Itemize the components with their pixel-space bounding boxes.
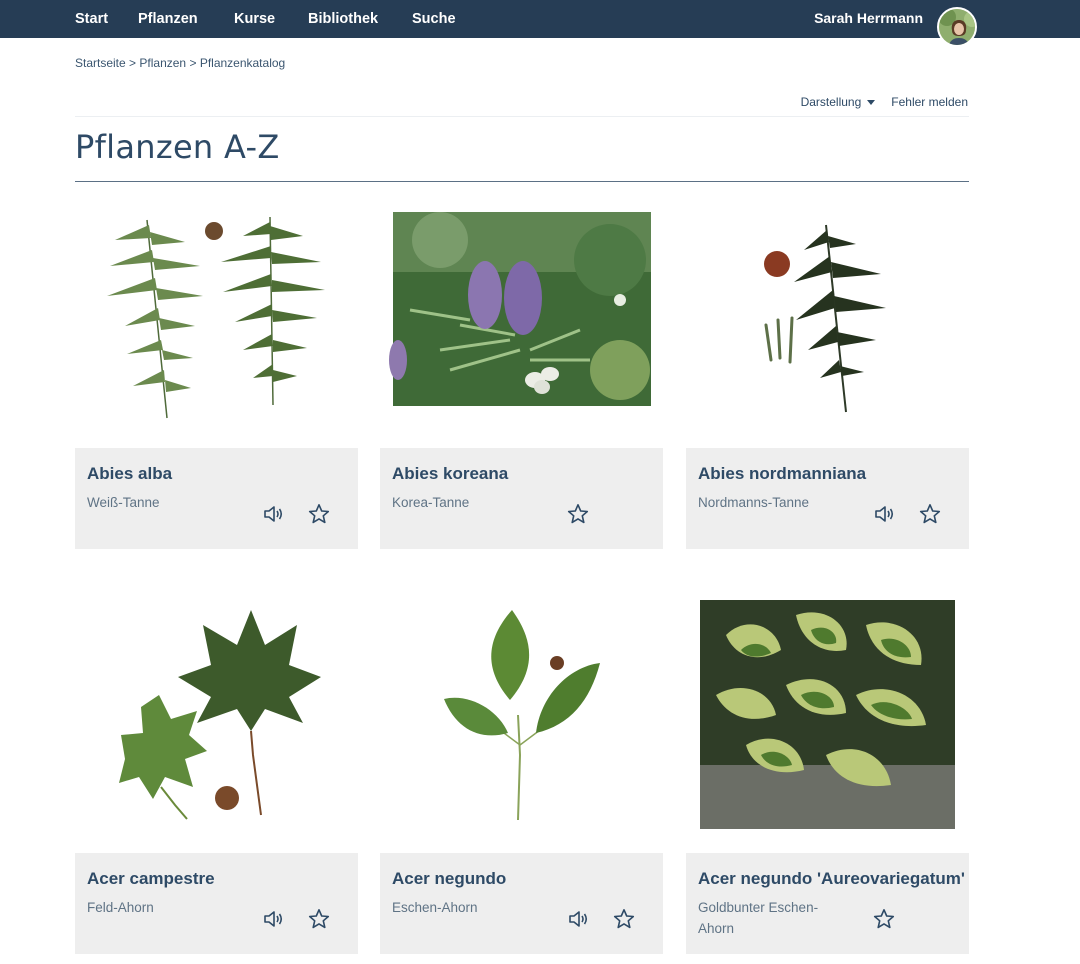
plant-latin-name[interactable]: Acer negundo [392,869,651,889]
plant-image[interactable] [686,595,969,843]
nav-start[interactable]: Start [75,11,108,27]
plant-card-panel: Acer negundo 'Aureovariegatum' Goldbunte… [686,853,969,954]
plant-card-panel: Abies nordmanniana Nordmanns-Tanne [686,448,969,549]
plant-latin-name[interactable]: Abies koreana [392,464,651,484]
plant-card-panel: Abies alba Weiß-Tanne [75,448,358,549]
plant-card[interactable]: Abies nordmanniana Nordmanns-Tanne [686,200,969,549]
nav-suche[interactable]: Suche [412,11,456,27]
breadcrumb-separator: > [129,56,137,70]
plant-image[interactable] [380,200,663,438]
speaker-icon[interactable] [566,907,590,931]
speaker-icon[interactable] [872,502,896,526]
speaker-icon[interactable] [261,907,285,931]
plant-card-panel: Abies koreana Korea-Tanne [380,448,663,549]
star-icon[interactable] [307,907,331,931]
breadcrumb-startseite[interactable]: Startseite [75,56,126,70]
plant-card[interactable]: Acer campestre Feld-Ahorn [75,605,358,954]
view-dropdown[interactable]: Darstellung [801,95,876,109]
plant-common-name: Nordmanns-Tanne [698,495,810,510]
nav-kurse[interactable]: Kurse [234,11,275,27]
star-icon[interactable] [566,502,590,526]
caret-down-icon [867,99,876,105]
plant-common-name: Feld-Ahorn [87,900,154,915]
plant-card[interactable]: Acer negundo Eschen-Ahorn [380,605,663,954]
plant-common-name: Weiß-Tanne [87,495,160,510]
star-icon[interactable] [918,502,942,526]
plant-latin-name[interactable]: Abies nordmanniana [698,464,957,484]
title-divider [75,181,969,182]
plant-latin-name[interactable]: Acer negundo 'Aureovariegatum' [698,869,965,889]
plant-common-name: Korea-Tanne [392,495,470,510]
view-dropdown-label: Darstellung [800,95,862,109]
plant-image[interactable] [75,200,358,438]
nav-pflanzen[interactable]: Pflanzen [138,11,198,27]
breadcrumb-separator: > [189,56,197,70]
plant-card[interactable]: Abies alba Weiß-Tanne [75,200,358,549]
top-navbar: Start Pflanzen Kurse Bibliothek Suche Sa… [0,0,1080,38]
plant-image[interactable] [75,605,358,843]
star-icon[interactable] [872,907,896,931]
plant-latin-name[interactable]: Abies alba [87,464,346,484]
page-title: Pflanzen A-Z [75,128,280,166]
plant-card[interactable]: Acer negundo 'Aureovariegatum' Goldbunte… [686,595,969,954]
plant-latin-name[interactable]: Acer campestre [87,869,346,889]
breadcrumb-pflanzen[interactable]: Pflanzen [139,56,186,70]
plant-image[interactable] [686,200,969,438]
plant-image[interactable] [380,605,663,843]
nav-bibliothek[interactable]: Bibliothek [308,11,378,27]
avatar[interactable] [937,7,977,47]
plant-common-name: Goldbunter Eschen-Ahorn [698,900,819,936]
star-icon[interactable] [612,907,636,931]
toolbar: Darstellung Fehler melden [801,95,968,109]
speaker-icon[interactable] [261,502,285,526]
report-error-link[interactable]: Fehler melden [891,95,968,109]
divider [75,116,969,117]
plant-card[interactable]: Abies koreana Korea-Tanne [380,200,663,549]
user-name[interactable]: Sarah Herrmann [814,10,923,26]
plant-common-name: Eschen-Ahorn [392,900,478,915]
plant-card-panel: Acer campestre Feld-Ahorn [75,853,358,954]
plant-card-panel: Acer negundo Eschen-Ahorn [380,853,663,954]
breadcrumb-pflanzenkatalog[interactable]: Pflanzenkatalog [200,56,285,70]
breadcrumb: Startseite > Pflanzen > Pflanzenkatalog [75,56,285,70]
star-icon[interactable] [307,502,331,526]
